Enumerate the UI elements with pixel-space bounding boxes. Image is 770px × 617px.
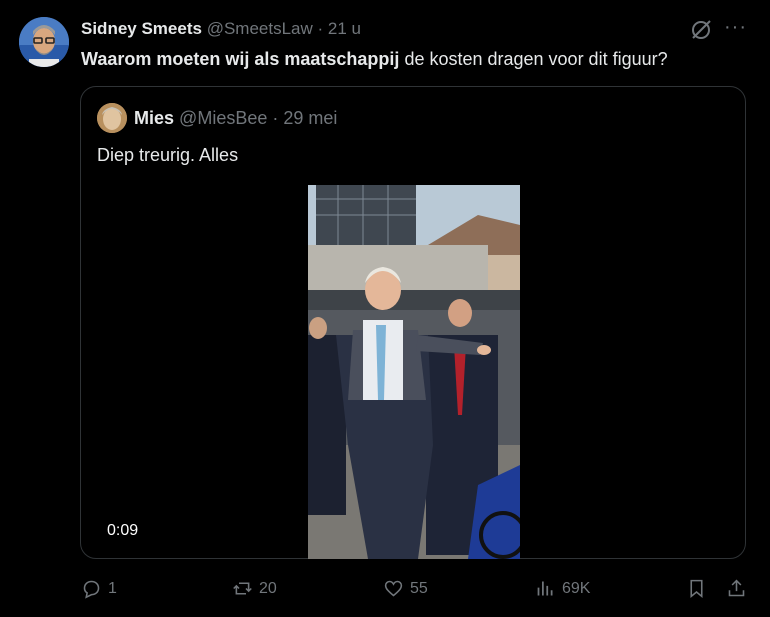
reply-icon xyxy=(83,580,100,599)
tweet-text-rest: de kosten dragen voor dit figuur? xyxy=(399,49,668,69)
author-name[interactable]: Sidney Smeets xyxy=(81,19,202,38)
heart-icon xyxy=(384,580,403,597)
reply-button[interactable]: 1 xyxy=(81,578,117,599)
quote-time[interactable]: 29 mei xyxy=(283,108,337,128)
quote-author-name[interactable]: Mies xyxy=(134,108,174,128)
action-bar: 1 20 55 69K xyxy=(0,578,770,604)
repost-count: 20 xyxy=(259,580,277,597)
repost-icon xyxy=(233,582,252,595)
grok-icon[interactable] xyxy=(689,18,713,42)
views-icon xyxy=(537,581,553,596)
tweet-text: Waarom moeten wij als maatschappij de ko… xyxy=(81,47,668,71)
views-count: 69K xyxy=(562,580,591,597)
share-button[interactable] xyxy=(726,578,753,599)
quote-text: Diep treurig. Alles xyxy=(97,145,239,165)
author-handle[interactable]: @SmeetsLaw xyxy=(207,19,313,38)
tweet-text-bold: Waarom moeten wij als maatschappij xyxy=(81,49,400,69)
tweet-header: Sidney Smeets @SmeetsLaw · 21 u xyxy=(81,18,361,40)
quoted-tweet[interactable]: Mies @MiesBee · 29 mei Diep treurig. All… xyxy=(80,86,746,559)
tweet-time[interactable]: 21 u xyxy=(328,19,361,38)
separator: · xyxy=(317,19,324,38)
bookmark-icon xyxy=(690,579,703,599)
more-icon[interactable]: ··· xyxy=(724,16,747,39)
video-timestamp: 0:09 xyxy=(107,522,139,539)
bookmark-button[interactable] xyxy=(686,578,713,599)
quote-header: Mies @MiesBee · 29 mei xyxy=(134,107,337,129)
author-avatar[interactable] xyxy=(19,17,69,67)
quote-separator: · xyxy=(272,108,279,128)
quote-author-avatar[interactable] xyxy=(97,103,127,133)
video-player[interactable] xyxy=(308,185,520,559)
share-icon xyxy=(728,579,745,597)
repost-button[interactable]: 20 xyxy=(232,578,277,599)
like-count: 55 xyxy=(410,580,428,597)
views-button[interactable]: 69K xyxy=(535,578,590,599)
video-frame xyxy=(308,185,520,559)
like-button[interactable]: 55 xyxy=(383,578,428,599)
quote-author-handle[interactable]: @MiesBee xyxy=(179,108,267,128)
reply-count: 1 xyxy=(108,580,117,597)
